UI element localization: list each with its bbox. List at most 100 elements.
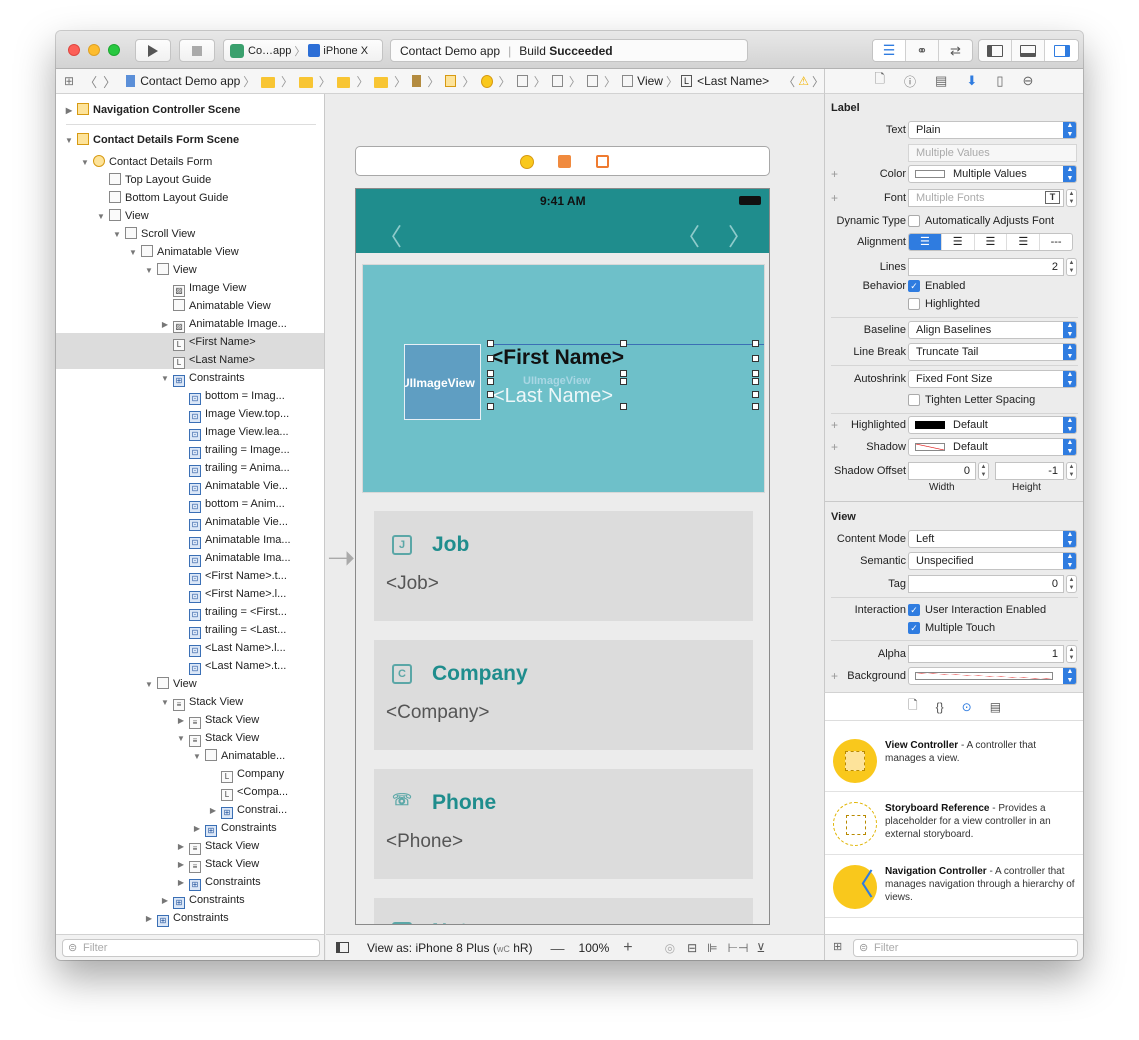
disclosure-triangle-icon[interactable]: ▼ — [144, 676, 154, 694]
lines-field[interactable]: 2 — [908, 258, 1064, 276]
resize-handle[interactable] — [752, 391, 759, 398]
controller-dock-icon[interactable] — [520, 155, 534, 169]
disclosure-triangle-icon[interactable]: ▼ — [160, 694, 170, 712]
code-snippet-library-icon[interactable]: {} — [936, 700, 944, 714]
add-variation-icon[interactable]: + — [831, 167, 838, 181]
font-size-stepper[interactable]: ▲ ▼ — [1066, 189, 1077, 207]
view-icon[interactable] — [551, 75, 563, 87]
tighten-checkbox[interactable] — [908, 394, 920, 406]
avatar-image-view[interactable]: UIImageView — [404, 344, 481, 420]
update-frames-icon[interactable]: ◎ — [665, 941, 675, 955]
toggle-debug-area-button[interactable] — [1012, 40, 1045, 61]
autoshrink-popup[interactable]: Fixed Font Size ▲ ▼ — [908, 370, 1077, 388]
outline-row[interactable]: ⊡ bottom = Anim... — [56, 495, 324, 513]
outline-row[interactable]: ▶ ⊞ Constraints — [56, 909, 324, 927]
outline-row[interactable]: ▼ ⊞ Constraints — [56, 369, 324, 388]
add-variation-icon[interactable]: + — [831, 191, 838, 205]
disclosure-triangle-icon[interactable]: ▼ — [112, 226, 122, 244]
line-break-popup[interactable]: Truncate Tail ▲ ▼ — [908, 343, 1077, 361]
view-icon[interactable] — [622, 75, 634, 87]
outline-row[interactable]: ⊡ Animatable Vie... — [56, 477, 324, 495]
identity-inspector-icon[interactable]: ▤ — [935, 73, 947, 89]
detail-card[interactable]: N Notes — [374, 898, 753, 924]
outline-row[interactable]: L Company — [56, 765, 324, 783]
disclosure-triangle-icon[interactable]: ▼ — [96, 208, 106, 226]
file-inspector-icon[interactable]: 🗋 — [875, 70, 885, 92]
standard-editor-button[interactable]: ☰ — [873, 40, 906, 61]
background-color-popup[interactable]: ▲ ▼ — [908, 667, 1077, 685]
resize-handle[interactable] — [620, 370, 627, 377]
disclosure-triangle-icon[interactable]: ▶ — [192, 820, 202, 838]
user-interaction-checkbox[interactable]: ✓ — [908, 604, 920, 616]
outline-row[interactable]: ⊡ <Last Name>.t... — [56, 657, 324, 675]
disclosure-triangle-icon[interactable]: ▼ — [128, 244, 138, 262]
embed-in-stack-icon[interactable]: ⊟ — [687, 941, 697, 955]
back-issue-icon[interactable]: 〈 — [783, 73, 795, 90]
pin-icon[interactable]: ⊢⊣ — [728, 941, 749, 955]
version-editor-button[interactable]: ⇄ — [939, 40, 972, 61]
forward-issue-icon[interactable]: 〉 — [812, 73, 824, 90]
resize-handle[interactable] — [752, 403, 759, 410]
outline-row[interactable]: ⊡ Image View.lea... — [56, 423, 324, 441]
zoom-in-button[interactable]: + — [623, 939, 632, 957]
grid-view-icon[interactable]: ⊞ — [833, 940, 842, 953]
outline-row[interactable]: ▨ Image View — [56, 279, 324, 297]
align-left-button[interactable]: ☰ — [909, 234, 941, 250]
view-icon[interactable] — [516, 75, 528, 87]
disclosure-triangle-icon[interactable]: ▼ — [160, 370, 170, 388]
toggle-utilities-button[interactable] — [1045, 40, 1078, 61]
outline-row[interactable]: ▼ Animatable View — [56, 243, 324, 262]
disclosure-triangle-icon[interactable]: ▼ — [144, 262, 154, 280]
outline-row[interactable]: ▶ ≡ Stack View — [56, 855, 324, 874]
outline-row[interactable]: L <Compa... — [56, 783, 324, 801]
disclosure-triangle-icon[interactable]: ▼ — [64, 132, 74, 150]
highlighted-checkbox[interactable] — [908, 298, 920, 310]
color-popup[interactable]: Multiple Values ▲ ▼ — [908, 165, 1077, 183]
shadow-width-stepper[interactable]: ▲ ▼ — [978, 462, 989, 480]
outline-row[interactable]: ⊡ <Last Name>.l... — [56, 639, 324, 657]
text-type-popup[interactable]: Plain ▲ ▼ — [908, 121, 1077, 139]
exit-icon[interactable] — [596, 155, 609, 168]
connections-inspector-icon[interactable]: ⊖ — [1023, 73, 1034, 89]
add-variation-icon[interactable]: + — [831, 440, 838, 454]
outline-row[interactable]: ⊡ Animatable Ima... — [56, 549, 324, 567]
outline-row[interactable]: ⊡ <First Name>.t... — [56, 567, 324, 585]
library-item[interactable]: View Controller - A controller that mana… — [825, 730, 1083, 792]
resize-handle[interactable] — [752, 340, 759, 347]
resize-handle[interactable] — [487, 340, 494, 347]
scene-icon[interactable] — [445, 75, 457, 87]
header-animatable-view[interactable]: UIImageView <First Name> UIImageView <La… — [362, 264, 765, 493]
attributes-inspector-icon[interactable]: ⬇ — [966, 73, 977, 89]
add-variation-icon[interactable]: + — [831, 418, 838, 432]
size-inspector-icon[interactable]: ▯ — [996, 73, 1003, 89]
outline-row[interactable]: ▶ ⊞ Constraints — [56, 891, 324, 909]
alpha-stepper[interactable]: ▲ ▼ — [1066, 645, 1077, 663]
shadow-height-field[interactable]: -1 — [995, 462, 1064, 480]
quick-help-icon[interactable]: ⓘ — [904, 73, 916, 90]
outline-row[interactable]: ⊡ trailing = Anima... — [56, 459, 324, 477]
resize-handle[interactable] — [752, 370, 759, 377]
disclosure-triangle-icon[interactable]: ▶ — [208, 802, 218, 820]
disclosure-triangle-icon[interactable]: ▶ — [176, 856, 186, 874]
resize-handle[interactable] — [752, 355, 759, 362]
resize-handle[interactable] — [487, 391, 494, 398]
forward-chevron-icon[interactable]: 〉 — [103, 72, 116, 91]
outline-row[interactable]: ▼ ≡ Stack View — [56, 729, 324, 748]
outline-row[interactable]: ▼ Contact Details Form Scene — [56, 131, 324, 150]
outline-row[interactable]: ▶ ▨ Animatable Image... — [56, 315, 324, 333]
controller-icon[interactable] — [480, 74, 493, 88]
multiple-touch-checkbox[interactable]: ✓ — [908, 622, 920, 634]
folder-icon[interactable] — [374, 76, 389, 88]
dynamic-type-checkbox[interactable] — [908, 215, 920, 227]
nav-previous-chevron-icon[interactable]: 〈 — [676, 217, 700, 252]
minimize-window-button[interactable] — [88, 44, 100, 56]
outline-row[interactable]: ⊡ trailing = Image... — [56, 441, 324, 459]
content-mode-popup[interactable]: Left ▲ ▼ — [908, 530, 1077, 548]
disclosure-triangle-icon[interactable]: ▼ — [176, 730, 186, 748]
resize-handle[interactable] — [487, 403, 494, 410]
outline-row[interactable]: ▼ View — [56, 207, 324, 226]
outline-row[interactable]: ⊡ trailing = <First... — [56, 603, 324, 621]
resize-handle[interactable] — [487, 355, 494, 362]
outline-row[interactable]: ▼ View — [56, 675, 324, 694]
stop-button[interactable] — [179, 39, 215, 62]
